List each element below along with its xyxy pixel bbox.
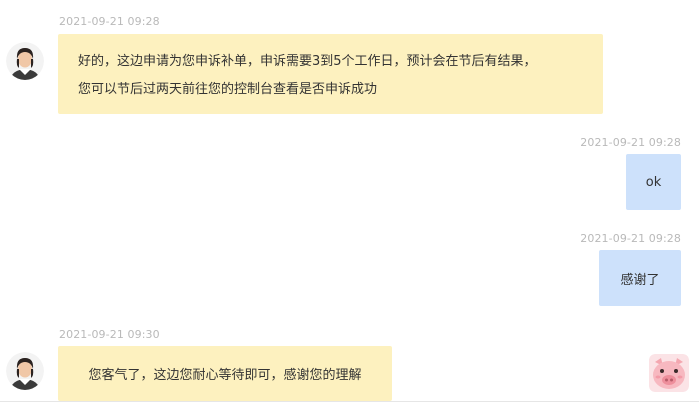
divider — [0, 401, 699, 402]
pig-avatar — [649, 354, 689, 392]
message-timestamp: 2021-09-21 09:28 — [59, 15, 160, 28]
message-bubble[interactable]: 好的，这边申请为您申诉补单，申诉需要3到5个工作日，预计会在节后有结果， 您可以… — [58, 34, 603, 114]
message-timestamp: 2021-09-21 09:30 — [59, 328, 160, 341]
agent-avatar — [6, 42, 44, 80]
message-timestamp: 2021-09-21 09:28 — [580, 136, 681, 149]
agent-avatar — [6, 352, 44, 390]
chat-history: 2021-09-21 09:28 好的，这边申请为您申诉补单，申诉需要3到5个工… — [0, 0, 699, 403]
message-bubble[interactable]: 您客气了，这边您耐心等待即可，感谢您的理解 — [58, 346, 392, 401]
message-timestamp: 2021-09-21 09:28 — [580, 232, 681, 245]
message-text-line: 好的，这边申请为您申诉补单，申诉需要3到5个工作日，预计会在节后有结果， — [78, 54, 537, 69]
message-bubble[interactable]: 感谢了 — [599, 250, 681, 306]
message-bubble[interactable]: ok — [626, 154, 681, 210]
message-text-line: 您可以节后过两天前往您的控制台查看是否申诉成功 — [78, 82, 378, 97]
message-text: ok — [645, 174, 662, 190]
message-text: 感谢了 — [620, 272, 660, 288]
message-text: 您客气了，这边您耐心等待即可，感谢您的理解 — [88, 368, 362, 383]
